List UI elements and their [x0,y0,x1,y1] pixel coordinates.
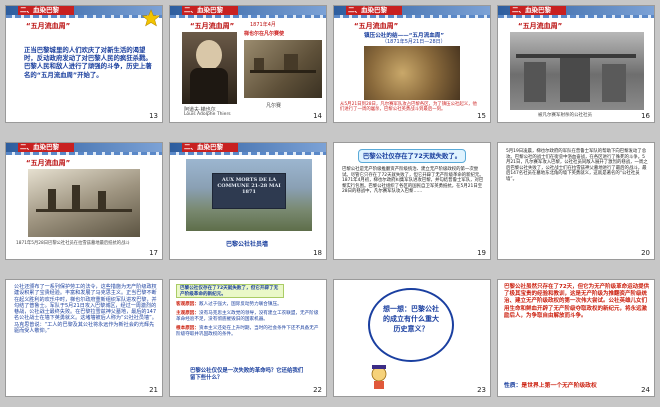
slide-number: 22 [313,386,322,394]
causes-list: 客观原因：敌人过于强大，国际反动势力联合镇压。 主观原因：没有马克思主义政党的领… [176,302,322,338]
slide-number: 19 [477,249,486,257]
engraving-caption: 1871年5月28日巴黎公社社员在拉雪兹墓地最后抵抗的战斗 [16,241,130,246]
slide-header: 二、血染巴黎 [334,6,490,15]
cause-subjective: 主观原因：没有马克思主义政党的领导，没有建立工农联盟，无产阶级革命经验不足，没有… [176,311,319,322]
slide-thumbnail-14[interactable]: 二、血染巴黎 “五月流血周” 阿道夫·梯也尔 Louis Adolphe Thi… [169,5,327,123]
slide-number: 24 [641,386,650,394]
slide-body: 5月19日凌晨，梯也尔政府的军队在普鲁士军队的帮助下向巴黎发动了总攻。巴黎公社的… [506,149,648,182]
slide-number: 18 [313,249,322,257]
massacre-painting [364,46,460,100]
slide-header: 二、血染巴黎 [6,6,162,15]
slide-number: 21 [149,386,158,394]
slide-thumbnail-21[interactable]: 公社还颁布了一系列保护劳工的法令，这些措施为无产阶级政权建设积累了宝贵经验。丰富… [5,279,163,397]
question-text: 巴黎公社仅仅是一次失败的革命吗？它还给我们留下些什么？ [190,368,304,381]
slide-header: 二、血染巴黎 [170,6,326,15]
slide-number: 20 [641,249,650,257]
portrait-photo [182,32,237,104]
slide-thumbnail-22[interactable]: 巴黎公社仅存在了72天就失败了，但它开辟了无产阶级革命的新纪元。 客观原因：敌人… [169,279,327,397]
slide-sorter-grid: 二、血染巴黎 “五月流血周” 正当巴黎城里的人们欢庆了对新生活的渴望时，反动政府… [0,0,660,407]
slide-header: 二、血染巴黎 [170,143,326,152]
slide-body: 正当巴黎城里的人们欢庆了对新生活的渴望时，反动政府发动了对巴黎人民的疯狂杀戮。巴… [24,46,152,79]
slide-thumbnail-18[interactable]: 二、血染巴黎 AUX MORTS DE LA COMMUNE 21-28 MAI… [169,142,327,260]
slide-subtitle: “五月流血周” [518,22,563,30]
slide-thumbnail-16[interactable]: 二、血染巴黎 “五月流血周” 被凡尔赛军射杀的公社社员 16 [497,5,655,123]
portrait-caption-latin: Louis Adolphe Thiers [184,112,231,117]
slide-thumbnail-15[interactable]: 二、血染巴黎 “五月流血周” 镇压公社的结——“五月流血周” （1871年5月2… [333,5,491,123]
thinking-cartoon-icon [371,365,387,389]
slide-dates: （1871年5月21日—28日） [382,39,446,45]
slide-number: 23 [477,386,486,394]
engraving-caption: 凡尔赛 [266,103,282,109]
communards-wall-photo: AUX MORTS DE LA COMMUNE 21-28 MAI 1871 [186,159,312,231]
slide-number: 15 [477,112,486,120]
thought-bubble: 想一想：巴黎公社的成立有什么重大历史意义？ [368,288,454,362]
slide-subtitle: “五月流血周” [26,22,71,30]
slide-body: 巴黎公社是无产阶级推翻资产阶级统治、建立无产阶级政权的第一次尝试。尽管它只存在了… [342,167,484,195]
slide-thumbnail-20[interactable]: 5月19日凌晨，梯也尔政府的军队在普鲁士军队的帮助下向巴黎发动了总攻。巴黎公社的… [497,142,655,260]
caption-date: 1871年4月 [250,22,276,28]
slide-header: 二、血染巴黎 [498,6,654,15]
slide-subtitle: “五月流血周” [26,159,71,167]
slide-caption: 从5月21日到28日，凡尔赛军队攻占巴黎各区，为了镇压公社起义，他们进行了一周的… [340,102,477,113]
slide-number: 17 [149,249,158,257]
slide-thumbnail-13[interactable]: 二、血染巴黎 “五月流血周” 正当巴黎城里的人们欢庆了对新生活的渴望时，反动政府… [5,5,163,123]
slide-number: 13 [149,112,158,120]
battle-engraving [28,169,140,237]
slide-subtitle: “五月流血周” [190,22,235,30]
caption-red: 梯也尔在凡尔赛使 [244,31,285,37]
highlight-box: 巴黎公社仅存在了72天就失败了。 [358,149,466,163]
slide-body: 巴黎公社虽然只存在了72天，但它为无产阶级革命运动提供了极其宝贵的经验和教训，这… [504,284,650,319]
slide-number: 16 [641,112,650,120]
slide-header: 二、血染巴黎 [6,143,162,152]
star-icon [142,9,160,27]
cause-fundamental: 根本原因：资本主义还处在上升时期，当时的社会条件下还不具备无产阶级夺取并巩固政权… [176,326,319,337]
slide-thumbnail-23[interactable]: 想一想：巴黎公社的成立有什么重大历史意义？ 23 [333,279,491,397]
highlight-box: 巴黎公社仅存在了72天就失败了，但它开辟了无产阶级革命的新纪元。 [176,284,284,298]
slide-number: 14 [313,112,322,120]
slide-subtitle: “五月流血周” [354,22,399,30]
slide-body: 公社还颁布了一系列保护劳工的法令，这些措施为无产阶级政权建设积累了宝贵经验。丰富… [14,284,157,335]
photo-caption: 被凡尔赛军射杀的公社社员 [538,113,592,118]
historic-photo [510,32,644,110]
highlight-text: 巴黎公社仅存在了72天就失败了，但它开辟了无产阶级革命的新纪元。 [180,286,279,297]
nature-line: 性质：是世界上第一个无产阶级政权 [504,383,597,389]
slide-thumbnail-24[interactable]: 巴黎公社虽然只存在了72天，但它为无产阶级革命运动提供了极其宝贵的经验和教训，这… [497,279,655,397]
photo-caption: 巴黎公社社员墙 [226,241,269,248]
slide-thumbnail-17[interactable]: 二、血染巴黎 “五月流血周” 1871年5月28日巴黎公社社员在拉雪兹墓地最后抵… [5,142,163,260]
battle-engraving [244,40,322,98]
cause-objective: 客观原因：敌人过于强大，国际反动势力联合镇压。 [176,302,282,307]
slide-thumbnail-19[interactable]: 巴黎公社仅存在了72天就失败了。 巴黎公社是无产阶级推翻资产阶级统治、建立无产阶… [333,142,491,260]
wall-plaque-text: AUX MORTS DE LA COMMUNE 21-28 MAI 1871 [217,177,281,195]
